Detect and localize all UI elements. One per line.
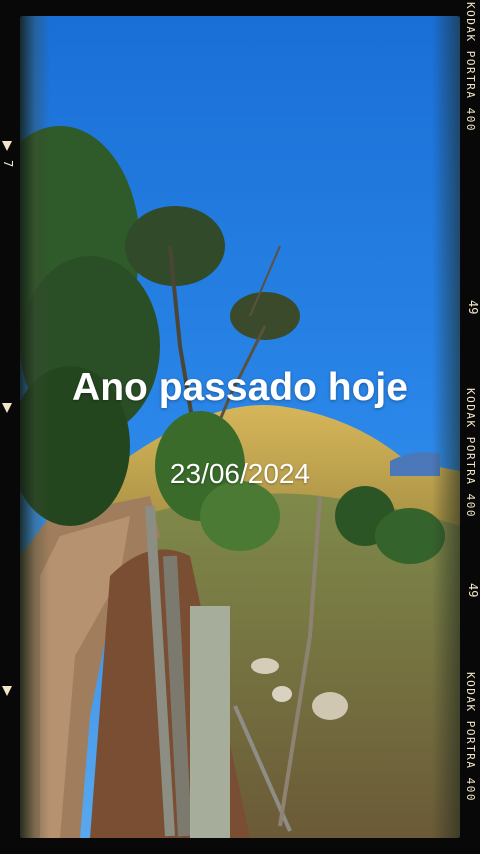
- film-marker-number: 7: [1, 160, 15, 168]
- triangle-arrow-icon: [2, 403, 12, 413]
- memory-title: Ano passado hoje: [72, 366, 408, 409]
- right-blur-edge: [432, 16, 460, 838]
- film-brand-label-bottom: KODAK PORTRA 400: [464, 672, 477, 802]
- left-blur-edge: [20, 16, 50, 838]
- film-frame-number-top: 49: [466, 300, 480, 315]
- triangle-arrow-icon: [2, 141, 12, 151]
- memory-date: 23/06/2024: [169, 458, 311, 489]
- triangle-arrow-icon: [2, 686, 12, 696]
- photo: [20, 16, 460, 838]
- film-brand-label-top: KODAK PORTRA 400: [464, 2, 477, 132]
- film-brand-label-middle: KODAK PORTRA 400: [464, 388, 477, 518]
- film-frame-number-bottom: 49: [466, 583, 480, 598]
